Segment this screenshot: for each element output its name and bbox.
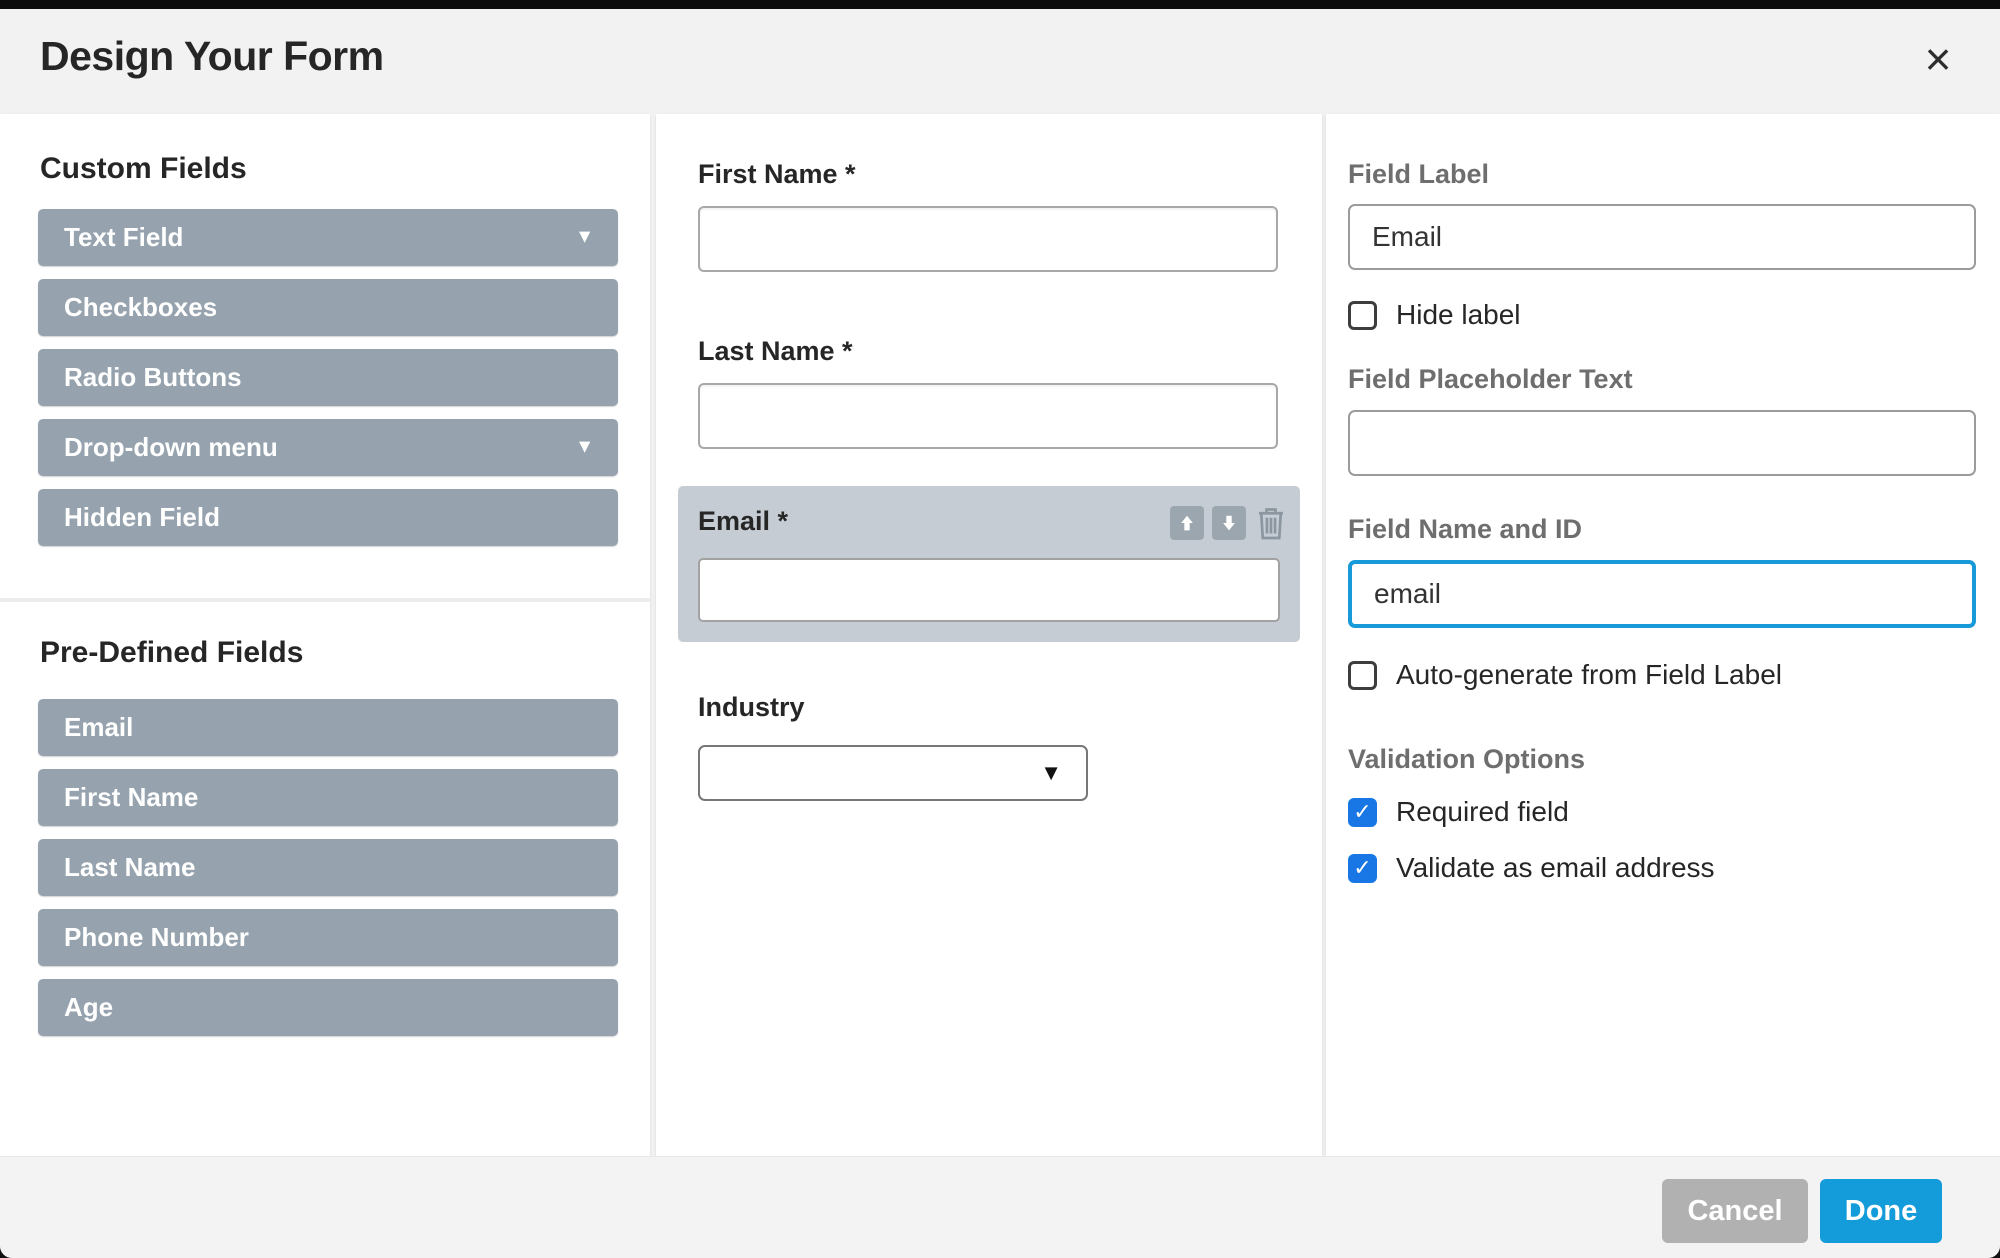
palette-item-label: Phone Number bbox=[64, 922, 249, 953]
move-field-up-button[interactable] bbox=[1170, 506, 1204, 540]
placeholder-heading: Field Placeholder Text bbox=[1348, 364, 1633, 395]
cancel-button[interactable]: Cancel bbox=[1662, 1179, 1808, 1243]
predefined-item-first-name[interactable]: First Name bbox=[38, 769, 618, 826]
validate-email-option[interactable]: ✓ Validate as email address bbox=[1348, 852, 1715, 884]
custom-fields-list: Text Field ▼ Checkboxes Radio Buttons Dr… bbox=[38, 209, 618, 546]
form-preview-panel: First Name * Last Name * Email * bbox=[656, 114, 1322, 1156]
caret-down-icon: ▼ bbox=[1040, 760, 1062, 786]
background-page-strip bbox=[0, 0, 2000, 9]
auto-generate-option[interactable]: ✓ Auto-generate from Field Label bbox=[1348, 659, 1782, 691]
field-settings-panel: Field Label ✓ Hide label Field Placehold… bbox=[1326, 114, 2000, 1156]
trash-icon bbox=[1256, 505, 1286, 541]
palette-item-hidden-field[interactable]: Hidden Field bbox=[38, 489, 618, 546]
preview-industry-label: Industry bbox=[698, 692, 805, 723]
palette-item-label: Age bbox=[64, 992, 113, 1023]
preview-email-label: Email * bbox=[698, 506, 788, 537]
predefined-fields-heading: Pre-Defined Fields bbox=[40, 636, 303, 670]
preview-first-name-field[interactable] bbox=[698, 206, 1278, 272]
auto-generate-checkbox[interactable]: ✓ bbox=[1348, 661, 1377, 690]
caret-down-icon: ▼ bbox=[575, 436, 594, 458]
required-field-checkbox[interactable]: ✓ bbox=[1348, 798, 1377, 827]
hide-label-text: Hide label bbox=[1396, 299, 1521, 331]
design-form-modal: Design Your Form × Custom Fields Text Fi… bbox=[0, 9, 2000, 1258]
predefined-item-email[interactable]: Email bbox=[38, 699, 618, 756]
done-button[interactable]: Done bbox=[1820, 1179, 1942, 1243]
arrow-up-icon bbox=[1178, 514, 1196, 532]
validation-options-heading: Validation Options bbox=[1348, 744, 1585, 775]
delete-field-button[interactable] bbox=[1254, 504, 1288, 542]
close-button[interactable]: × bbox=[1910, 31, 1966, 87]
preview-first-name-label: First Name * bbox=[698, 159, 856, 190]
palette-item-checkboxes[interactable]: Checkboxes bbox=[38, 279, 618, 336]
required-field-option[interactable]: ✓ Required field bbox=[1348, 796, 1569, 828]
required-field-text: Required field bbox=[1396, 796, 1569, 828]
caret-down-icon: ▼ bbox=[575, 226, 594, 248]
palette-item-dropdown-menu[interactable]: Drop-down menu ▼ bbox=[38, 419, 618, 476]
hide-label-checkbox[interactable]: ✓ bbox=[1348, 301, 1377, 330]
custom-fields-heading: Custom Fields bbox=[40, 152, 247, 186]
palette-item-label: Text Field bbox=[64, 222, 183, 253]
predefined-fields-list: Email First Name Last Name Phone Number … bbox=[38, 699, 618, 1036]
palette-item-text-field[interactable]: Text Field ▼ bbox=[38, 209, 618, 266]
palette-item-label: Checkboxes bbox=[64, 292, 217, 323]
field-label-heading: Field Label bbox=[1348, 159, 1489, 190]
palette-item-label: Email bbox=[64, 712, 133, 743]
preview-industry-select[interactable]: ▼ bbox=[698, 745, 1088, 801]
modal-footer: Cancel Done bbox=[0, 1156, 2000, 1258]
field-label-input[interactable] bbox=[1348, 204, 1976, 270]
palette-item-label: Radio Buttons bbox=[64, 362, 242, 393]
fields-palette-panel: Custom Fields Text Field ▼ Checkboxes Ra… bbox=[0, 114, 650, 1156]
field-placeholder-input[interactable] bbox=[1348, 410, 1976, 476]
auto-generate-text: Auto-generate from Field Label bbox=[1396, 659, 1782, 691]
validate-email-checkbox[interactable]: ✓ bbox=[1348, 854, 1377, 883]
palette-item-label: Hidden Field bbox=[64, 502, 220, 533]
selected-field-actions bbox=[1170, 504, 1288, 542]
predefined-item-age[interactable]: Age bbox=[38, 979, 618, 1036]
validate-email-text: Validate as email address bbox=[1396, 852, 1715, 884]
modal-header: Design Your Form × bbox=[0, 9, 2000, 105]
preview-last-name-label: Last Name * bbox=[698, 336, 853, 367]
predefined-item-phone-number[interactable]: Phone Number bbox=[38, 909, 618, 966]
preview-last-name-field[interactable] bbox=[698, 383, 1278, 449]
field-name-id-heading: Field Name and ID bbox=[1348, 514, 1582, 545]
checkmark-icon: ✓ bbox=[1353, 801, 1371, 823]
checkmark-icon: ✓ bbox=[1353, 857, 1371, 879]
section-divider bbox=[0, 598, 650, 602]
palette-item-label: First Name bbox=[64, 782, 198, 813]
modal-title: Design Your Form bbox=[40, 33, 384, 80]
preview-email-input bbox=[698, 558, 1280, 622]
preview-email-field-selected[interactable]: Email * bbox=[678, 486, 1300, 642]
move-field-down-button[interactable] bbox=[1212, 506, 1246, 540]
field-name-id-input[interactable] bbox=[1348, 560, 1976, 628]
palette-item-label: Last Name bbox=[64, 852, 196, 883]
palette-item-label: Drop-down menu bbox=[64, 432, 278, 463]
hide-label-option[interactable]: ✓ Hide label bbox=[1348, 299, 1521, 331]
arrow-down-icon bbox=[1220, 514, 1238, 532]
close-icon: × bbox=[1925, 33, 1952, 85]
predefined-item-last-name[interactable]: Last Name bbox=[38, 839, 618, 896]
palette-item-radio-buttons[interactable]: Radio Buttons bbox=[38, 349, 618, 406]
